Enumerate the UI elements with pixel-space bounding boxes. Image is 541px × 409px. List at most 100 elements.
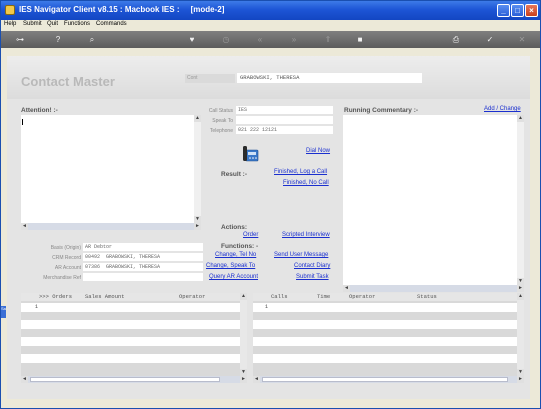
table-row[interactable] [253, 320, 517, 329]
speak-to-field[interactable] [236, 116, 333, 124]
table-row[interactable] [21, 320, 240, 329]
scroll-right-icon[interactable]: ► [240, 376, 247, 383]
sales-amount-column-header[interactable]: Sales Amount [85, 293, 125, 301]
scroll-thumb[interactable] [262, 377, 508, 382]
close-window-button[interactable]: × [525, 4, 538, 17]
attention-label: Attention! :- [21, 107, 58, 114]
orders-vscrollbar[interactable]: ▲ ▼ [240, 293, 247, 376]
contact-diary-link[interactable]: Contact Diary [294, 263, 330, 269]
scroll-left-icon[interactable]: ◄ [21, 376, 28, 383]
crm-record-label: CRM Record [52, 255, 81, 261]
search-icon[interactable]: ⌕ [85, 33, 99, 46]
orders-hscrollbar[interactable]: ◄ ► [21, 376, 247, 383]
telephone-icon[interactable] [241, 144, 261, 164]
merchandise-ref-field[interactable] [83, 273, 203, 281]
finished-no-call-link[interactable]: Finished, No Call [283, 180, 329, 186]
calls-column-header[interactable]: Calls [271, 293, 288, 301]
scroll-down-icon[interactable]: ▼ [194, 216, 201, 223]
back-icon[interactable]: « [253, 33, 267, 46]
change-speak-to-link[interactable]: Change, Speak To [206, 263, 255, 269]
actions-label: Actions: [221, 224, 247, 231]
submit-task-link[interactable]: Submit Task [296, 274, 329, 280]
scroll-left-icon[interactable]: ◄ [21, 223, 28, 230]
scroll-right-icon[interactable]: ► [194, 223, 201, 230]
menu-submit[interactable]: Submit [23, 21, 42, 27]
scroll-up-icon[interactable]: ▲ [517, 115, 524, 122]
functions-label: Functions: - [221, 243, 259, 250]
scroll-left-icon[interactable]: ◄ [253, 376, 260, 383]
table-row[interactable] [253, 337, 517, 346]
send-user-message-link[interactable]: Send User Message [274, 252, 328, 258]
minimize-button[interactable]: _ [497, 4, 510, 17]
print-icon[interactable]: ⎙ [449, 33, 463, 46]
help-icon[interactable]: ? [51, 33, 65, 46]
telephone-field[interactable]: 021 222 12121 [236, 126, 333, 134]
query-ar-account-link[interactable]: Query AR Account [209, 274, 258, 280]
attention-hscrollbar[interactable]: ◄ ► [21, 223, 201, 230]
basis-field[interactable]: AR Debtor [83, 243, 203, 251]
up-icon[interactable]: ⇑ [321, 33, 335, 46]
scroll-thumb[interactable] [30, 377, 220, 382]
calls-vscrollbar[interactable]: ▲ ▼ [517, 293, 524, 376]
crm-record-field[interactable]: 00492 GRABOWSKI, THERESA [83, 253, 203, 261]
table-row[interactable] [253, 354, 517, 363]
calls-header-row: Calls Time Operator Status [253, 293, 517, 301]
stop-icon[interactable]: ■ [353, 33, 367, 46]
operator-column-header[interactable]: Operator [349, 293, 375, 301]
scroll-up-icon[interactable]: ▲ [240, 293, 247, 300]
table-row[interactable]: 1 [21, 303, 240, 312]
commentary-vscrollbar[interactable]: ▲ ▼ [517, 115, 524, 285]
scroll-up-icon[interactable]: ▲ [517, 293, 524, 300]
scroll-down-icon[interactable]: ▼ [240, 369, 247, 376]
merchandise-ref-label: Merchandise Ref [43, 275, 81, 281]
scroll-down-icon[interactable]: ▼ [517, 369, 524, 376]
telephone-label: Telephone [209, 128, 233, 134]
scroll-right-icon[interactable]: ► [517, 376, 524, 383]
table-row[interactable]: 1 [253, 303, 517, 312]
maximize-button[interactable]: □ [511, 4, 524, 17]
contact-name-field[interactable]: GRABOWSKI, THERESA [237, 73, 422, 83]
row-number: 1 [35, 304, 39, 310]
order-link[interactable]: Order [243, 232, 258, 238]
app-icon [5, 5, 15, 15]
attention-vscrollbar[interactable]: ▲ ▼ [194, 115, 201, 223]
ar-account-field[interactable]: 07386 GRABOWSKI, THERESA [83, 263, 203, 271]
finished-log-call-link[interactable]: Finished, Log a Call [274, 169, 327, 175]
window-title: IES Navigator Client v8.15 : Macbook IES… [19, 5, 225, 14]
call-status-field[interactable]: IES [236, 106, 333, 114]
commentary-textarea[interactable] [343, 115, 524, 285]
forward-icon[interactable]: » [287, 33, 301, 46]
change-tel-no-link[interactable]: Change, Tel No [215, 252, 256, 258]
dial-now-link[interactable]: Dial Now [306, 148, 330, 154]
commentary-hscrollbar[interactable]: ◄ ► [343, 285, 524, 292]
heart-icon[interactable]: ♥ [185, 33, 199, 46]
attention-textarea[interactable] [21, 115, 201, 223]
time-column-header[interactable]: Time [317, 293, 330, 301]
running-commentary-label: Running Commentary :- [344, 107, 419, 114]
ar-account-label: AR Account [54, 265, 81, 271]
menu-quit[interactable]: Quit [47, 21, 58, 27]
scroll-up-icon[interactable]: ▲ [194, 115, 201, 122]
basis-label: Basis (Origin) [50, 245, 81, 251]
calls-hscrollbar[interactable]: ◄ ► [253, 376, 524, 383]
scripted-interview-link[interactable]: Scripted Interview [282, 232, 330, 238]
side-tab[interactable]: Sa [1, 306, 6, 318]
close-icon[interactable]: ✕ [515, 33, 529, 46]
operator-column-header[interactable]: Operator [179, 293, 205, 301]
menu-functions[interactable]: Functions [64, 21, 90, 27]
text-cursor [22, 119, 23, 125]
scroll-down-icon[interactable]: ▼ [517, 278, 524, 285]
menu-commands[interactable]: Commands [96, 21, 127, 27]
status-column-header[interactable]: Status [417, 293, 437, 301]
check-icon[interactable]: ✓ [483, 33, 497, 46]
orders-column-header[interactable]: >>> Orders [39, 293, 72, 301]
toolbar: ⊶ ? ⌕ ♥ ◷ « » ⇑ ■ ⎙ ✓ ✕ [1, 31, 540, 48]
menu-help[interactable]: Help [4, 21, 16, 27]
table-row[interactable] [21, 337, 240, 346]
scroll-left-icon[interactable]: ◄ [343, 285, 350, 292]
scroll-right-icon[interactable]: ► [517, 285, 524, 292]
clock-icon[interactable]: ◷ [219, 33, 233, 46]
add-change-link[interactable]: Add / Change [484, 106, 521, 112]
table-row[interactable] [21, 354, 240, 363]
key-icon[interactable]: ⊶ [9, 33, 31, 46]
